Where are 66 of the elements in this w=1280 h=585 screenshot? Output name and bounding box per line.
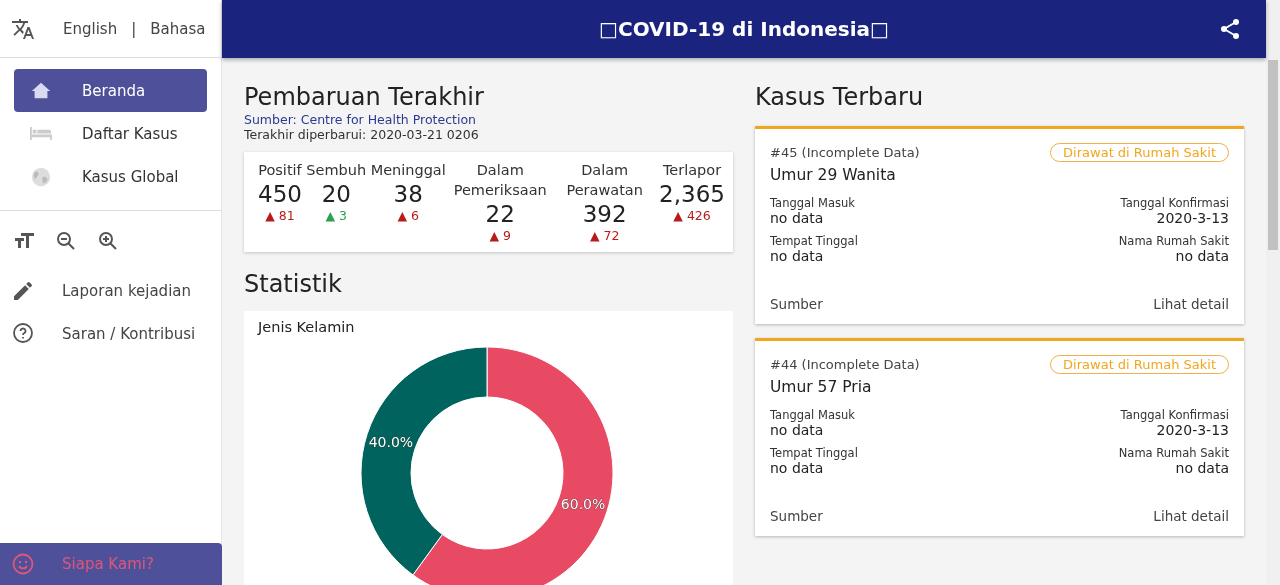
source-link[interactable]: Sumber bbox=[770, 296, 823, 312]
section-heading: Kasus Terbaru bbox=[755, 82, 925, 112]
scrollbar-thumb[interactable] bbox=[1268, 60, 1278, 250]
field-value: no data bbox=[1175, 460, 1229, 476]
nav-item[interactable]: Kasus Global bbox=[14, 155, 207, 198]
field-label: Nama Rumah Sakit bbox=[1118, 234, 1229, 248]
language-link[interactable]: English bbox=[63, 19, 118, 38]
section-heading: Statistik bbox=[244, 269, 343, 299]
stat-change: ▲ 81 bbox=[265, 208, 295, 223]
app-title: □COVID-19 di Indonesia□ bbox=[599, 17, 889, 41]
globe-icon bbox=[30, 165, 52, 188]
source-text: Sumber: Centre for Health Protection bbox=[244, 112, 477, 127]
field-value: no data bbox=[770, 248, 824, 264]
field-label: Tanggal Konfirmasi bbox=[1120, 196, 1229, 210]
smiley-icon bbox=[11, 552, 35, 576]
field-value: 2020-3-13 bbox=[1156, 210, 1229, 226]
bed-icon bbox=[30, 127, 52, 140]
stat-value: 38 bbox=[393, 180, 423, 208]
stat-value: 22 bbox=[485, 200, 515, 228]
stat-value: 392 bbox=[582, 200, 627, 228]
sidebar-link[interactable]: Laporan kejadian bbox=[62, 281, 191, 300]
nav-item[interactable]: Beranda bbox=[14, 69, 207, 112]
field-label: Nama Rumah Sakit bbox=[1118, 446, 1229, 460]
stat-label: Positif bbox=[258, 161, 302, 180]
language-link[interactable]: Bahasa bbox=[150, 19, 206, 38]
stat-change: ▲ 6 bbox=[397, 208, 419, 223]
case-title: Umur 29 Wanita bbox=[770, 166, 897, 184]
field-value: no data bbox=[1175, 248, 1229, 264]
case-title: Umur 57 Pria bbox=[770, 378, 873, 396]
stat-change: ▲ 72 bbox=[589, 228, 620, 243]
separator-text: | bbox=[131, 19, 137, 38]
slice-label: 60.0% bbox=[560, 496, 605, 513]
sidebar-link[interactable]: Saran / Kontribusi bbox=[62, 324, 196, 343]
stat-change: ▲ 3 bbox=[325, 208, 348, 223]
chart-title: Jenis Kelamin bbox=[258, 319, 356, 335]
stat-change: ▲ 426 bbox=[673, 208, 711, 223]
field-label: Tempat Tinggal bbox=[770, 234, 858, 248]
stat-value: 2,365 bbox=[659, 180, 725, 208]
field-label: Tanggal Konfirmasi bbox=[1120, 408, 1229, 422]
case-number: #44 (Incomplete Data) bbox=[770, 357, 920, 372]
field-value: 2020-3-13 bbox=[1156, 422, 1229, 438]
stat-label: Dalam Pemeriksaan bbox=[452, 161, 548, 200]
source-link[interactable]: Sumber bbox=[770, 508, 823, 524]
field-value: no data bbox=[770, 460, 824, 476]
case-number: #45 (Incomplete Data) bbox=[770, 145, 920, 160]
nav-item[interactable]: Daftar Kasus bbox=[14, 112, 207, 155]
detail-link[interactable]: Lihat detail bbox=[1153, 296, 1229, 312]
help-icon bbox=[11, 321, 35, 346]
field-label: Tanggal Masuk bbox=[770, 196, 855, 210]
stat-label: Sembuh bbox=[306, 161, 367, 180]
field-value: no data bbox=[770, 210, 824, 226]
section-heading: Pembaruan Terakhir bbox=[244, 82, 485, 112]
updated-text: Terakhir diperbarui: 2020-03-21 0206 bbox=[244, 127, 480, 142]
stat-value: 20 bbox=[321, 180, 351, 208]
field-label: Tanggal Masuk bbox=[770, 408, 855, 422]
field-value: no data bbox=[770, 422, 824, 438]
translate-icon[interactable] bbox=[11, 16, 35, 41]
stat-change: ▲ 9 bbox=[489, 228, 511, 243]
stat-label: Terlapor bbox=[662, 161, 722, 180]
slice-label: 40.0% bbox=[368, 433, 413, 450]
share-icon[interactable] bbox=[1218, 17, 1242, 41]
stat-value: 450 bbox=[258, 180, 302, 208]
stat-label: Meninggal bbox=[370, 161, 446, 180]
stat-label: Dalam Perawatan bbox=[565, 161, 644, 200]
detail-link[interactable]: Lihat detail bbox=[1153, 508, 1229, 524]
field-label: Tempat Tinggal bbox=[770, 446, 858, 460]
